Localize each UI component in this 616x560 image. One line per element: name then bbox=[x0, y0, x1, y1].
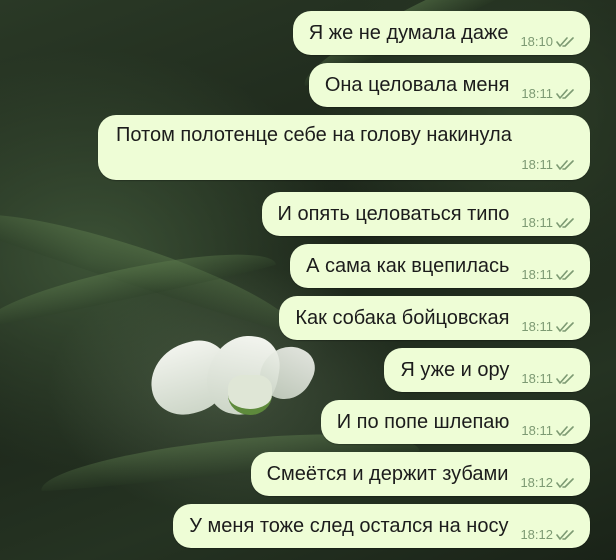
message-text: И опять целоваться типо bbox=[277, 203, 510, 225]
double-check-icon bbox=[556, 159, 574, 170]
message-meta: 18:11 bbox=[521, 267, 576, 282]
double-check-icon bbox=[556, 529, 574, 540]
message-bubble[interactable]: Я же не думала даже 18:10 bbox=[292, 11, 590, 55]
message-text: У меня тоже след остался на носу bbox=[189, 515, 509, 537]
message-bubble[interactable]: И опять целоваться типо 18:11 bbox=[261, 192, 590, 236]
double-check-icon bbox=[556, 36, 574, 47]
message-bubble[interactable]: А сама как вцепилась 18:11 bbox=[290, 244, 590, 288]
message-time: 18:12 bbox=[520, 527, 553, 542]
message-time: 18:12 bbox=[520, 475, 553, 490]
message-bubble[interactable]: Смеётся и держит зубами 18:12 bbox=[250, 452, 590, 496]
message-text: Она целовала меня bbox=[324, 74, 510, 96]
message-text: Как собака бойцовская bbox=[295, 307, 510, 329]
message-meta: 18:12 bbox=[520, 475, 576, 490]
message-meta: 18:11 bbox=[521, 423, 576, 438]
message-meta: 18:12 bbox=[520, 527, 576, 542]
double-check-icon bbox=[556, 88, 574, 99]
message-meta: 18:11 bbox=[521, 371, 576, 386]
message-bubble[interactable]: Как собака бойцовская 18:11 bbox=[279, 296, 590, 340]
double-check-icon bbox=[556, 477, 574, 488]
message-list[interactable]: Я же не думала даже 18:10 Она целовала м… bbox=[0, 0, 616, 560]
message-time: 18:11 bbox=[521, 157, 553, 172]
message-time: 18:11 bbox=[521, 423, 553, 438]
double-check-icon bbox=[556, 217, 574, 228]
message-time: 18:11 bbox=[521, 215, 553, 230]
message-time: 18:11 bbox=[521, 86, 553, 101]
message-text: И по попе шлепаю bbox=[336, 411, 510, 433]
message-meta: 18:11 bbox=[116, 157, 576, 172]
message-time: 18:11 bbox=[521, 319, 553, 334]
message-bubble[interactable]: Она целовала меня 18:11 bbox=[308, 63, 590, 107]
message-meta: 18:11 bbox=[521, 86, 576, 101]
message-bubble[interactable]: И по попе шлепаю 18:11 bbox=[320, 400, 590, 444]
message-text: А сама как вцепилась bbox=[306, 255, 510, 277]
double-check-icon bbox=[556, 321, 574, 332]
message-bubble[interactable]: Я уже и ору 18:11 bbox=[384, 348, 590, 392]
message-text: Смеётся и держит зубами bbox=[266, 463, 509, 485]
message-meta: 18:11 bbox=[521, 319, 576, 334]
message-meta: 18:10 bbox=[520, 34, 576, 49]
message-meta: 18:11 bbox=[521, 215, 576, 230]
message-text: Я уже и ору bbox=[400, 359, 510, 381]
message-bubble[interactable]: У меня тоже след остался на носу 18:12 bbox=[173, 504, 590, 548]
double-check-icon bbox=[556, 269, 574, 280]
message-bubble[interactable]: Потом полотенце себе на голову накинула … bbox=[98, 115, 590, 180]
message-time: 18:11 bbox=[521, 371, 553, 386]
message-time: 18:11 bbox=[521, 267, 553, 282]
message-text: Я же не думала даже bbox=[308, 22, 509, 44]
message-time: 18:10 bbox=[520, 34, 553, 49]
double-check-icon bbox=[556, 373, 574, 384]
message-text: Потом полотенце себе на голову накинула bbox=[116, 124, 512, 146]
double-check-icon bbox=[556, 425, 574, 436]
